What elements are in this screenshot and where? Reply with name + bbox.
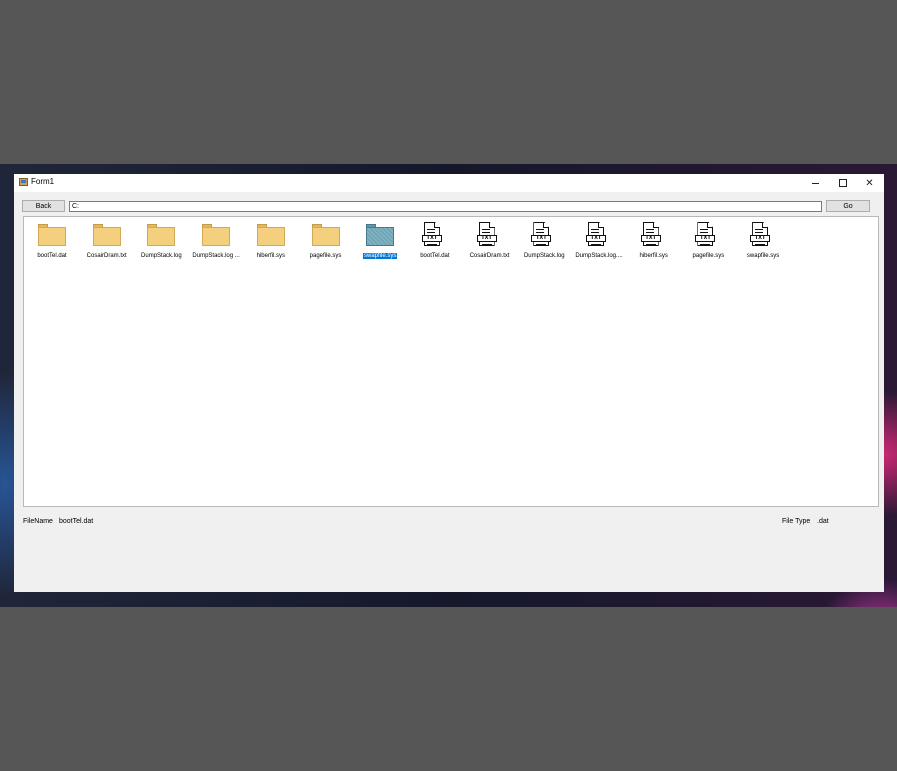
maximize-icon <box>838 179 847 187</box>
minimize-button[interactable] <box>802 174 829 192</box>
file-name-label: swapfile.sys <box>363 253 398 259</box>
title-bar: Form1 ✕ <box>14 174 884 192</box>
file-name-label: DumpStack.log.... <box>575 253 623 259</box>
window-title: Form1 <box>31 177 55 186</box>
filetype-value: .dat <box>817 518 829 525</box>
txt-file-icon: TXT <box>586 222 606 248</box>
txt-file-icon: TXT <box>476 222 497 248</box>
folder-icon <box>202 224 231 246</box>
file-name-label: DumpStack.log <box>141 253 182 259</box>
folder-item[interactable]: bootTel.dat <box>25 220 79 264</box>
folder-item[interactable]: pagefile.sys <box>299 220 353 264</box>
txt-file-icon: TXT <box>640 222 661 248</box>
file-name-label: hiberfil.sys <box>256 253 285 259</box>
folder-item[interactable]: DumpStack.log ... <box>189 220 243 264</box>
file-item[interactable]: TXT bootTel.dat <box>408 220 462 264</box>
maximize-button[interactable] <box>829 174 856 192</box>
folder-item[interactable]: hiberfil.sys <box>244 220 298 264</box>
folder-item[interactable]: swapfile.sys <box>353 220 407 264</box>
file-item[interactable]: TXT DumpStack.log <box>517 220 571 264</box>
txt-file-icon: TXT <box>421 222 442 248</box>
folder-icon <box>92 224 121 246</box>
back-button[interactable]: Back <box>22 200 65 212</box>
file-list-view[interactable]: bootTel.dat CosairDram.txt DumpStack.log Du… <box>23 216 879 507</box>
folder-icon <box>147 224 176 246</box>
file-item[interactable]: TXT pagefile.sys <box>681 220 735 264</box>
file-item[interactable]: TXT hiberfil.sys <box>627 220 681 264</box>
file-item[interactable]: TXT CosairDram.txt <box>463 220 517 264</box>
folder-item[interactable]: CosairDram.txt <box>80 220 134 264</box>
filetype-caption: File Type <box>782 518 811 525</box>
folder-icon <box>256 224 285 246</box>
file-name-label: swapfile.sys <box>746 253 780 259</box>
txt-file-icon: TXT <box>750 222 771 248</box>
txt-file-icon: TXT <box>531 222 552 248</box>
minimize-icon <box>812 182 819 184</box>
go-button[interactable]: Go <box>826 200 870 212</box>
form-window: Form1 ✕ Back Go bootTel.dat CosairDram.tx… <box>14 174 884 592</box>
file-name-label: CosairDram.txt <box>469 253 510 259</box>
filename-value: bootTel.dat <box>59 518 94 525</box>
path-input[interactable] <box>69 201 822 212</box>
file-item[interactable]: TXT DumpStack.log.... <box>572 220 626 264</box>
file-name-label: DumpStack.log ... <box>192 253 240 259</box>
filename-caption: FileName <box>23 518 53 525</box>
file-name-label: bootTel.dat <box>420 253 450 259</box>
folder-item[interactable]: DumpStack.log <box>134 220 188 264</box>
app-icon <box>19 178 28 186</box>
folder-icon <box>311 224 340 246</box>
file-name-label: pagefile.sys <box>309 253 342 259</box>
file-name-label: pagefile.sys <box>692 253 725 259</box>
close-icon: ✕ <box>865 177 874 189</box>
file-name-label: hiberfil.sys <box>639 253 668 259</box>
close-button[interactable]: ✕ <box>856 174 883 192</box>
file-name-label: bootTel.dat <box>37 253 67 259</box>
file-name-label: CosairDram.txt <box>86 253 127 259</box>
txt-file-icon: TXT <box>695 222 716 248</box>
file-item[interactable]: TXT swapfile.sys <box>736 220 790 264</box>
folder-icon <box>38 224 66 246</box>
file-name-label: DumpStack.log <box>523 253 565 259</box>
folder-icon <box>366 224 395 246</box>
